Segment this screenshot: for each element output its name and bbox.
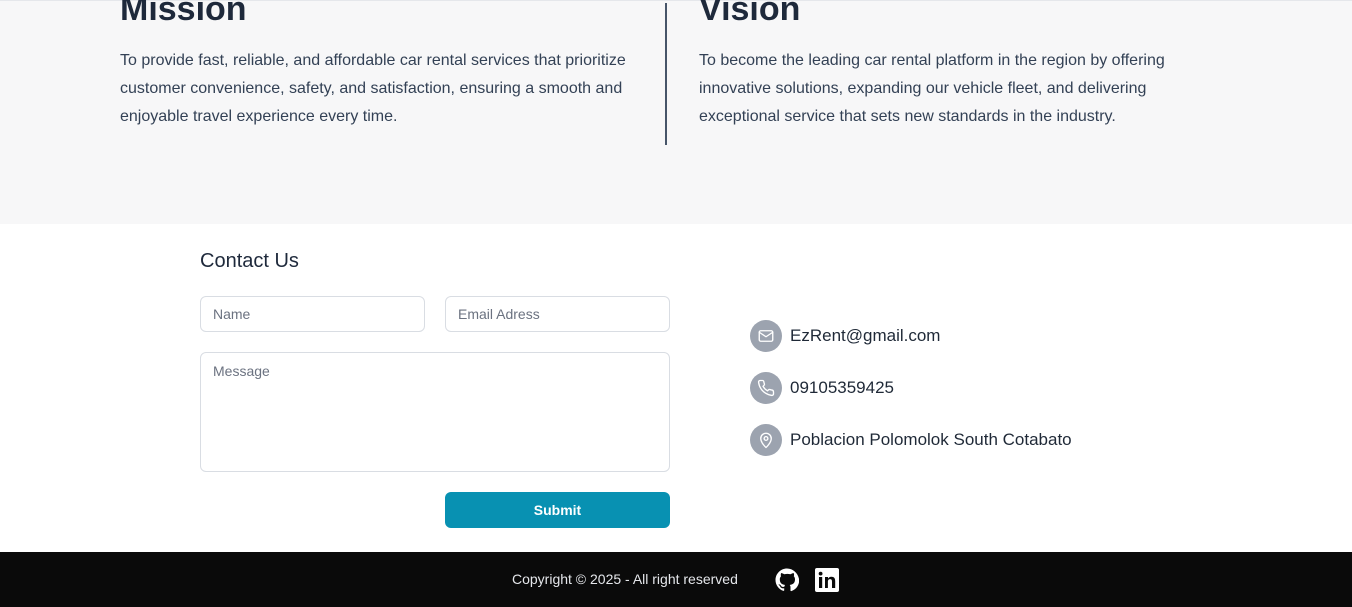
name-input[interactable] xyxy=(200,296,425,332)
contact-title: Contact Us xyxy=(200,250,299,272)
vision-title: Vision xyxy=(699,0,801,28)
contact-phone: 09105359425 xyxy=(750,372,894,404)
vision-block: Vision To become the leading car rental … xyxy=(699,0,1219,131)
section-divider xyxy=(665,3,667,145)
mission-vision-section: Mission To provide fast, reliable, and a… xyxy=(0,0,1352,224)
message-input[interactable] xyxy=(200,352,670,472)
contact-email: EzRent@gmail.com xyxy=(750,320,940,352)
contact-location: Poblacion Polomolok South Cotabato xyxy=(750,424,1072,456)
copyright-text: Copyright © 2025 - All right reserved xyxy=(512,571,738,587)
email-input[interactable] xyxy=(445,296,670,332)
vision-text: To become the leading car rental platfor… xyxy=(699,52,1165,125)
linkedin-icon[interactable] xyxy=(815,568,839,592)
submit-button[interactable]: Submit xyxy=(445,492,670,528)
github-icon[interactable] xyxy=(775,568,799,592)
contact-section: Contact Us Submit EzRent@gmail.com 09105… xyxy=(0,224,1352,552)
mail-icon xyxy=(750,320,782,352)
contact-email-text: EzRent@gmail.com xyxy=(790,326,941,345)
mission-block: Mission To provide fast, reliable, and a… xyxy=(120,0,640,131)
contact-phone-text: 09105359425 xyxy=(790,378,895,397)
mission-text: To provide fast, reliable, and affordabl… xyxy=(120,52,626,125)
map-pin-icon xyxy=(750,424,782,456)
mission-title: Mission xyxy=(120,0,247,28)
phone-icon xyxy=(750,372,782,404)
footer: Copyright © 2025 - All right reserved xyxy=(0,552,1352,607)
contact-location-text: Poblacion Polomolok South Cotabato xyxy=(790,430,1072,449)
